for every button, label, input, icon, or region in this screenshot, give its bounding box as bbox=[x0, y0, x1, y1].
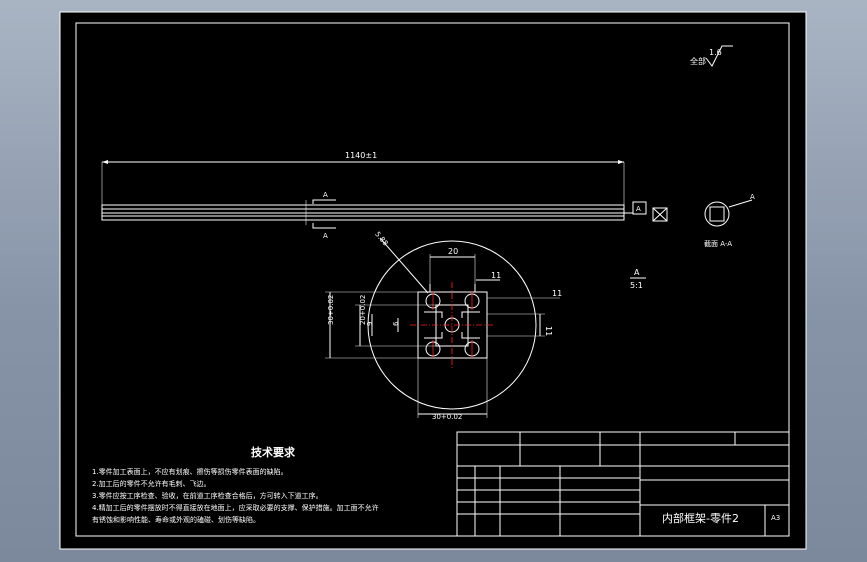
tech-item-1: 1.零件加工表面上，不应有划痕、擦伤等损伤零件表面的缺陷。 bbox=[92, 467, 288, 476]
tech-item-3: 3.零件应按工序检查、验收，在前道工序检查合格后，方可转入下道工序。 bbox=[92, 491, 323, 500]
svg-text:A: A bbox=[323, 191, 328, 199]
svg-text:11: 11 bbox=[544, 326, 553, 336]
svg-text:6: 6 bbox=[392, 321, 400, 326]
sheet-size: A3 bbox=[771, 514, 780, 522]
tech-item-2: 2.加工后的零件不允许有毛刺、飞边。 bbox=[92, 479, 211, 488]
tech-item-5: 有锈蚀和影响性能、寿命或外观的磕碰、划伤等缺陷。 bbox=[92, 515, 260, 524]
svg-text:A: A bbox=[323, 232, 328, 240]
overall-length-dim: 1140±1 bbox=[345, 151, 377, 160]
tech-item-4: 4.精加工后的零件摆放时不得直接放在地面上，应采取必要的支撑、保护措施。加工面不… bbox=[92, 503, 379, 512]
bottom-dim: 30+0.02 bbox=[432, 413, 462, 421]
svg-text:全部: 全部 bbox=[690, 56, 706, 66]
svg-text:A: A bbox=[634, 268, 640, 277]
svg-text:截面 A-A: 截面 A-A bbox=[704, 239, 732, 248]
left-outer-dim: 30+0.02 bbox=[327, 295, 335, 325]
svg-text:A: A bbox=[636, 205, 641, 213]
svg-text:5:1: 5:1 bbox=[630, 281, 643, 290]
part-name: 内部框架-零件2 bbox=[662, 511, 739, 525]
svg-text:11: 11 bbox=[491, 271, 501, 280]
drawing-canvas[interactable]: 全部 1.6 1140±1 A A A A 截面 A-A A 5:1 20 5.… bbox=[0, 0, 867, 562]
tech-title: 技术要求 bbox=[251, 445, 296, 459]
svg-text:9: 9 bbox=[366, 322, 374, 326]
left-inner-dim: 20+0.02 bbox=[359, 295, 367, 325]
svg-text:A: A bbox=[750, 193, 755, 201]
svg-text:11: 11 bbox=[552, 289, 562, 298]
svg-text:20: 20 bbox=[448, 247, 458, 256]
